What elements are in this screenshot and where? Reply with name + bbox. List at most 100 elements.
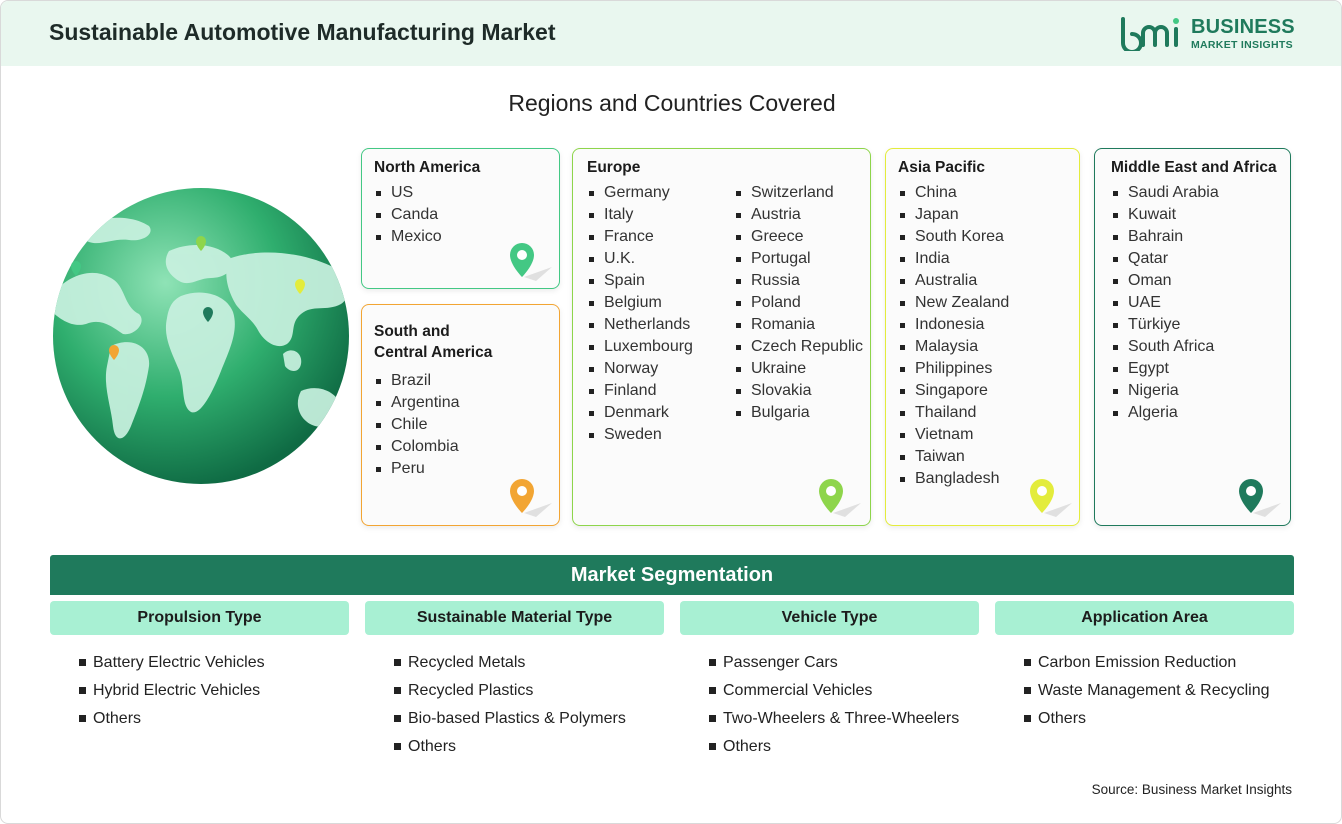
map-pin-icon [510, 479, 552, 517]
country-item: Japan [898, 204, 1009, 226]
infographic-frame: Sustainable Automotive Manufacturing Mar… [0, 0, 1342, 824]
country-item: Nigeria [1111, 380, 1219, 402]
country-item: Saudi Arabia [1111, 182, 1219, 204]
country-item: Norway [587, 358, 693, 380]
country-item: US [374, 182, 442, 204]
segmentation-title: Market Segmentation [50, 555, 1294, 595]
country-item: Austria [734, 204, 863, 226]
country-item: Sweden [587, 424, 693, 446]
map-pin-icon [819, 479, 861, 517]
country-item: Bahrain [1111, 226, 1219, 248]
country-item: Indonesia [898, 314, 1009, 336]
segment-item: Others [394, 735, 626, 763]
region-title: South and Central America [374, 321, 492, 363]
logo-text-market-insights: MARKET INSIGHTS [1191, 39, 1293, 51]
segment-item: Commercial Vehicles [709, 679, 959, 707]
country-item: Oman [1111, 270, 1219, 292]
region-title: Middle East and Africa [1111, 159, 1277, 176]
country-item: Germany [587, 182, 693, 204]
country-item: Canda [374, 204, 442, 226]
country-item: New Zealand [898, 292, 1009, 314]
source-note: Source: Business Market Insights [1091, 782, 1292, 797]
header: Sustainable Automotive Manufacturing Mar… [1, 1, 1341, 66]
country-item: Switzerland [734, 182, 863, 204]
segment-list-material: Recycled Metals Recycled Plastics Bio-ba… [394, 651, 626, 763]
region-title-line: South and [374, 323, 450, 340]
country-item: Qatar [1111, 248, 1219, 270]
region-card-europe: Europe Germany Italy France U.K. Spain B… [572, 148, 871, 526]
segment-list-application: Carbon Emission Reduction Waste Manageme… [1024, 651, 1270, 735]
globe-icon [53, 188, 349, 484]
region-title: Europe [587, 159, 641, 176]
country-item: Bulgaria [734, 402, 863, 424]
country-item: Czech Republic [734, 336, 863, 358]
country-item: Belgium [587, 292, 693, 314]
country-item: Türkiye [1111, 314, 1219, 336]
country-item: Australia [898, 270, 1009, 292]
country-list: Saudi Arabia Kuwait Bahrain Qatar Oman U… [1111, 182, 1219, 424]
segment-item: Others [1024, 707, 1270, 735]
country-list: US Canda Mexico [374, 182, 442, 248]
country-item: Chile [374, 414, 460, 436]
regions-title: Regions and Countries Covered [508, 90, 836, 116]
country-item: Italy [587, 204, 693, 226]
country-item: Mexico [374, 226, 442, 248]
segment-item: Passenger Cars [709, 651, 959, 679]
segment-item: Others [79, 707, 265, 735]
country-item: Poland [734, 292, 863, 314]
country-item: Greece [734, 226, 863, 248]
country-list: Brazil Argentina Chile Colombia Peru [374, 370, 460, 480]
brand-logo: BUSINESS MARKET INSIGHTS [1119, 15, 1299, 55]
segment-header-propulsion: Propulsion Type [50, 601, 349, 635]
map-pin-icon [1239, 479, 1281, 517]
country-item: Brazil [374, 370, 460, 392]
segment-header-material: Sustainable Material Type [365, 601, 664, 635]
logo-text-business: BUSINESS [1191, 16, 1295, 38]
bmi-logo-icon [1121, 17, 1179, 51]
country-item: Argentina [374, 392, 460, 414]
map-pin-icon [510, 243, 552, 281]
country-item: Ukraine [734, 358, 863, 380]
country-item: Philippines [898, 358, 1009, 380]
country-item: Colombia [374, 436, 460, 458]
country-list-col1: Germany Italy France U.K. Spain Belgium … [587, 182, 693, 446]
segment-item: Hybrid Electric Vehicles [79, 679, 265, 707]
segment-list-propulsion: Battery Electric Vehicles Hybrid Electri… [79, 651, 265, 735]
region-card-north-america: North America US Canda Mexico [361, 148, 560, 289]
segment-list-vehicle: Passenger Cars Commercial Vehicles Two-W… [709, 651, 959, 763]
country-item: Kuwait [1111, 204, 1219, 226]
country-item: China [898, 182, 1009, 204]
country-item: Luxembourg [587, 336, 693, 358]
region-title: North America [374, 159, 481, 176]
country-item: Netherlands [587, 314, 693, 336]
country-item: India [898, 248, 1009, 270]
country-item: Malaysia [898, 336, 1009, 358]
country-item: South Korea [898, 226, 1009, 248]
segment-item: Others [709, 735, 959, 763]
segment-item: Bio-based Plastics & Polymers [394, 707, 626, 735]
segment-item: Waste Management & Recycling [1024, 679, 1270, 707]
country-item: Egypt [1111, 358, 1219, 380]
country-list: China Japan South Korea India Australia … [898, 182, 1009, 490]
segment-header-vehicle: Vehicle Type [680, 601, 979, 635]
region-card-south-central-america: South and Central America Brazil Argenti… [361, 304, 560, 526]
country-item: France [587, 226, 693, 248]
segment-item: Battery Electric Vehicles [79, 651, 265, 679]
country-item: Russia [734, 270, 863, 292]
country-item: U.K. [587, 248, 693, 270]
segment-item: Carbon Emission Reduction [1024, 651, 1270, 679]
country-item: Portugal [734, 248, 863, 270]
country-item: Peru [374, 458, 460, 480]
country-item: Slovakia [734, 380, 863, 402]
segment-item: Recycled Metals [394, 651, 626, 679]
segment-header-application: Application Area [995, 601, 1294, 635]
country-item: Thailand [898, 402, 1009, 424]
region-title: Asia Pacific [898, 159, 986, 176]
segment-item: Recycled Plastics [394, 679, 626, 707]
segment-item: Two-Wheelers & Three-Wheelers [709, 707, 959, 735]
country-item: Algeria [1111, 402, 1219, 424]
country-list-col2: Switzerland Austria Greece Portugal Russ… [734, 182, 863, 424]
page-title: Sustainable Automotive Manufacturing Mar… [49, 19, 556, 45]
region-title-line: Central America [374, 344, 493, 361]
map-pin-icon [1030, 479, 1072, 517]
